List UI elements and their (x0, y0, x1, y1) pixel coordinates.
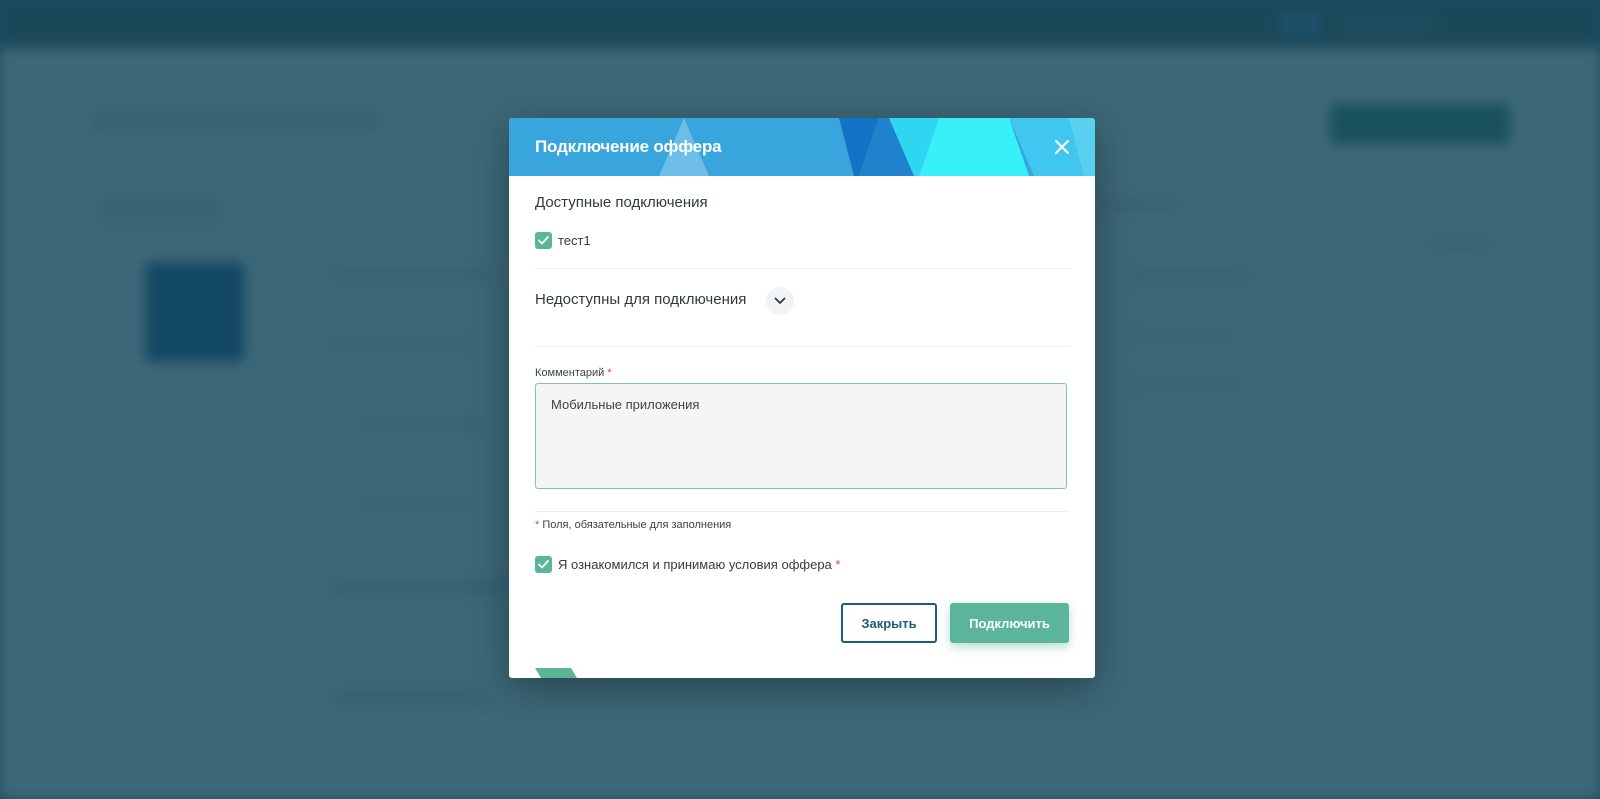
required-mark: * (835, 557, 841, 572)
footer-decoration (535, 668, 577, 678)
comment-label: Комментарий * (535, 367, 612, 379)
divider (535, 268, 1069, 269)
check-icon (538, 236, 549, 245)
divider (535, 511, 1069, 512)
required-note-text: Поля, обязательные для заполнения (542, 519, 732, 531)
close-button[interactable]: Закрыть (841, 603, 937, 643)
chevron-down-icon (774, 297, 786, 304)
close-modal-button[interactable] (1051, 136, 1073, 158)
required-mark: * (535, 519, 540, 531)
agree-terms-text: Я ознакомился и принимаю условия оффера (558, 557, 832, 572)
available-item-label: тест1 (558, 233, 591, 248)
comment-textarea[interactable]: Мобильные приложения (535, 383, 1067, 489)
modal-header: Подключение оффера (509, 118, 1095, 176)
agree-terms-label: Я ознакомился и принимаю условия оффера … (558, 557, 840, 572)
connect-button[interactable]: Подключить (950, 603, 1069, 643)
agree-terms-checkbox[interactable] (535, 556, 552, 573)
check-icon (538, 560, 549, 569)
expand-unavailable-button[interactable] (766, 287, 794, 315)
required-fields-note: * Поля, обязательные для заполнения (535, 519, 731, 531)
agree-terms-row[interactable]: Я ознакомился и принимаю условия оффера … (535, 556, 840, 573)
modal-title: Подключение оффера (535, 137, 722, 156)
connect-offer-modal: Подключение оффера Доступные подключения… (509, 118, 1095, 678)
available-item-checkbox[interactable] (535, 232, 552, 249)
available-item-row[interactable]: тест1 (535, 232, 591, 249)
close-icon (1055, 140, 1069, 154)
available-connections-title: Доступные подключения (535, 194, 708, 211)
required-mark: * (607, 367, 612, 379)
unavailable-connections-title: Недоступны для подключения (535, 291, 747, 308)
comment-label-text: Комментарий (535, 367, 605, 379)
divider (535, 346, 1069, 347)
